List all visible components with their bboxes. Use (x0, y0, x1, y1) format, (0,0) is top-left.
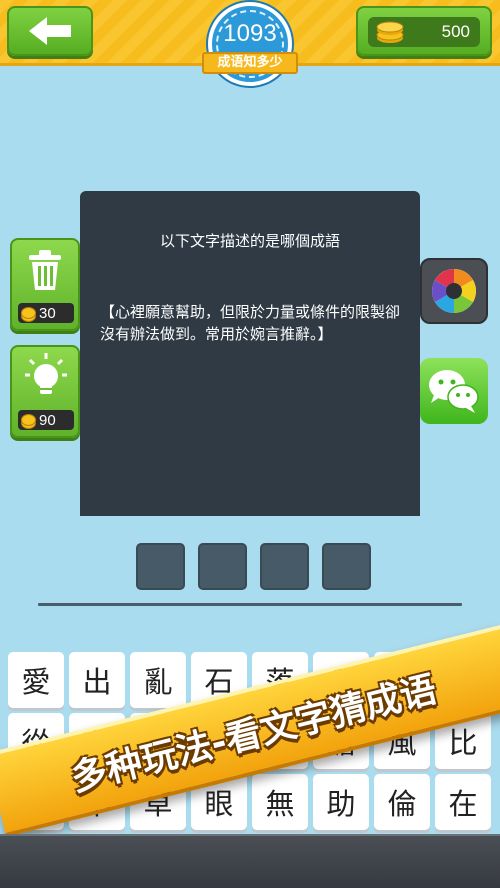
trash-icon (29, 250, 61, 290)
coin-balance-button[interactable]: 500 (356, 6, 492, 56)
reveal-letter-button[interactable]: 90 (10, 345, 80, 438)
answer-slot[interactable] (260, 543, 309, 590)
answer-slot[interactable] (136, 543, 185, 590)
coin-icon (21, 307, 36, 319)
question-card: 以下文字描述的是哪個成語 【心裡願意幫助，但限於力量或條件的限製卻沒有辦法做到。… (80, 191, 420, 516)
reveal-cost: 90 (39, 411, 56, 429)
coin-stack-icon (376, 21, 404, 43)
remove-letters-button[interactable]: 30 (10, 238, 80, 331)
question-prompt: 以下文字描述的是哪個成語 (159, 232, 340, 250)
answer-slot[interactable] (198, 543, 247, 590)
level-number: 1093 (223, 20, 277, 47)
letter-key[interactable]: 出 (69, 652, 125, 708)
letter-key[interactable]: 在 (435, 774, 491, 830)
letter-key[interactable]: 倫 (374, 774, 430, 830)
question-description: 【心裡願意幫助，但限於力量或條件的限製卻沒有辦法做到。常用於婉言推辭。】 (100, 303, 401, 343)
camera-aperture-icon (432, 269, 476, 313)
letter-key[interactable]: 亂 (130, 652, 186, 708)
wechat-icon (429, 370, 479, 413)
letter-key[interactable]: 無 (252, 774, 308, 830)
bottom-bar (0, 834, 500, 888)
answer-slot[interactable] (322, 543, 371, 590)
lightbulb-icon (25, 353, 67, 394)
level-badge: 1093 成语知多少 (202, 2, 298, 94)
answer-divider (38, 603, 462, 606)
letter-key[interactable]: 助 (313, 774, 369, 830)
remove-cost-label: 30 (18, 303, 74, 323)
coin-amount: 500 (441, 22, 470, 41)
wechat-share-button[interactable] (420, 358, 488, 424)
coin-balance-panel: 500 (368, 17, 480, 47)
game-title-ribbon: 成语知多少 (202, 52, 298, 74)
camera-share-button[interactable] (420, 258, 488, 324)
remove-cost: 30 (39, 304, 56, 322)
coin-icon (21, 414, 36, 426)
back-arrow-icon (29, 17, 71, 45)
back-button[interactable] (7, 6, 93, 56)
reveal-cost-label: 90 (18, 410, 74, 430)
letter-key[interactable]: 愛 (8, 652, 64, 708)
